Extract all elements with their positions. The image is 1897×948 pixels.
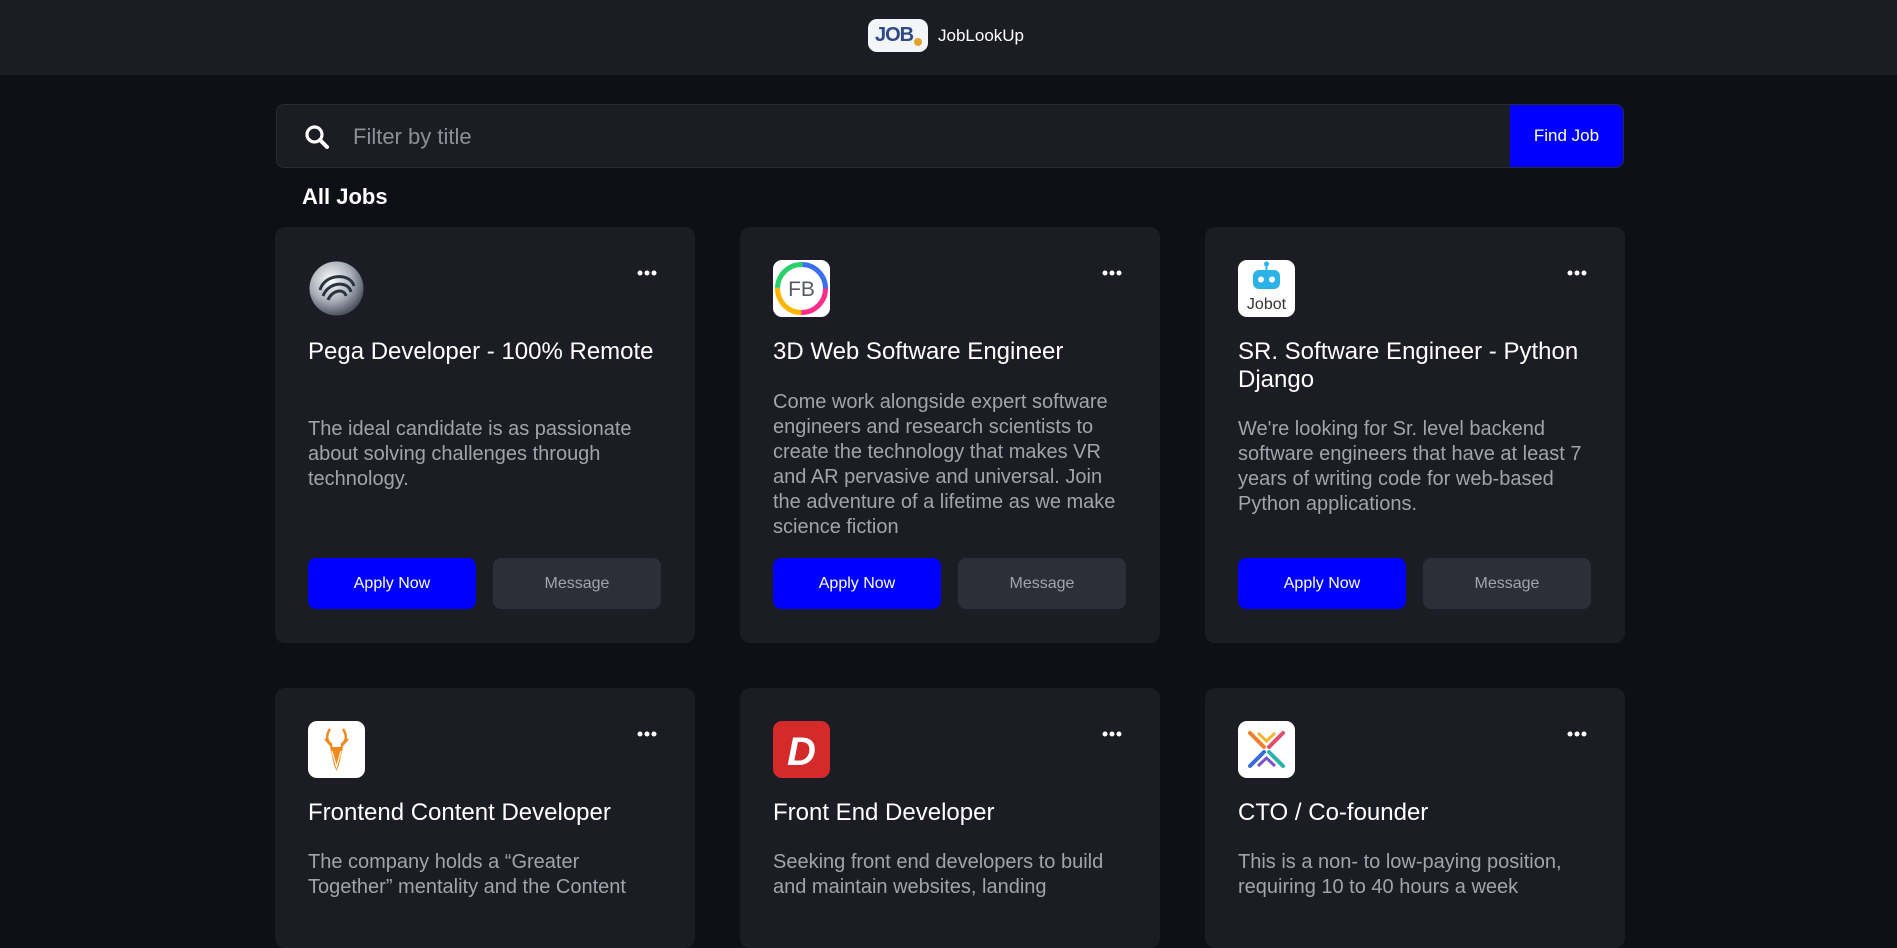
job-title: Pega Developer - 100% Remote (308, 338, 654, 365)
more-options-icon[interactable] (1565, 728, 1589, 740)
apply-now-button[interactable]: Apply Now (308, 558, 476, 609)
jobot-robot-logo: Jobot (1238, 260, 1295, 317)
logo-dot (914, 38, 922, 46)
job-card: FB 3D Web Software Engineer Come work al… (740, 227, 1160, 643)
search-icon (305, 125, 329, 149)
job-card: Jobot SR. Software Engineer - Python Dja… (1205, 227, 1625, 643)
message-button[interactable]: Message (1423, 558, 1591, 609)
job-title: Front End Developer (773, 799, 995, 826)
jobot-logo-text: Jobot (1247, 296, 1287, 313)
section-title: All Jobs (302, 184, 388, 209)
job-title: Frontend Content Developer (308, 799, 611, 826)
more-options-icon[interactable] (635, 728, 659, 740)
find-job-button[interactable]: Find Job (1510, 105, 1623, 167)
job-card: CTO / Co-founder This is a non- to low-p… (1205, 688, 1625, 948)
message-button[interactable]: Message (493, 558, 661, 609)
message-button[interactable]: Message (958, 558, 1126, 609)
search-input[interactable] (351, 115, 1475, 159)
d-logo-text: D (787, 730, 816, 774)
apply-now-button[interactable]: Apply Now (1238, 558, 1406, 609)
search-bar: Find Job (276, 104, 1624, 168)
more-options-icon[interactable] (1100, 728, 1124, 740)
job-card: Frontend Content Developer The company h… (275, 688, 695, 948)
joblookup-logo: JOB (868, 19, 928, 52)
job-card: D Front End Developer Seeking front end … (740, 688, 1160, 948)
job-title: SR. Software Engineer - Python Django (1238, 338, 1579, 393)
job-card: Pega Developer - 100% Remote The ideal c… (275, 227, 695, 643)
antelope-logo (308, 721, 365, 778)
logo-text: JOB (875, 24, 914, 46)
more-options-icon[interactable] (1100, 267, 1124, 279)
top-navbar: JOB JobLookUp (0, 0, 1897, 75)
brand[interactable]: JOB JobLookUp (868, 19, 1024, 52)
more-options-icon[interactable] (1565, 267, 1589, 279)
fb-logo-text: FB (788, 278, 815, 301)
job-description: Come work alongside expert software engi… (773, 391, 1116, 538)
job-description: Seeking front end developers to build an… (773, 851, 1104, 898)
apply-now-button[interactable]: Apply Now (773, 558, 941, 609)
fb-ring-logo: FB (773, 260, 830, 317)
job-description: The company holds a “Greater Together” m… (308, 851, 626, 898)
job-title: CTO / Co-founder (1238, 799, 1429, 826)
cross-arrows-logo (1238, 721, 1295, 778)
spiral-orb-logo (308, 260, 365, 317)
job-description: This is a non- to low-paying position, r… (1238, 851, 1562, 898)
brand-name: JobLookUp (938, 25, 1025, 45)
job-description: We're looking for Sr. level backend soft… (1238, 418, 1582, 515)
job-title: 3D Web Software Engineer (773, 338, 1064, 365)
job-description: The ideal candidate is as passionate abo… (308, 418, 632, 490)
d-letter-logo: D (773, 721, 830, 778)
more-options-icon[interactable] (635, 267, 659, 279)
